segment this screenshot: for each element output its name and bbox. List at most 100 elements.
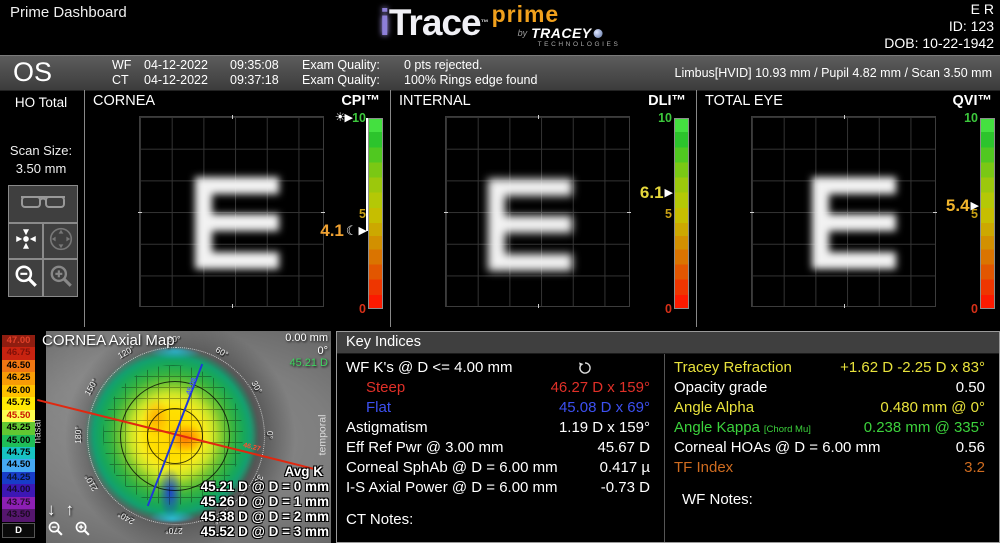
ct-exam-row: CT 04-12-2022 09:37:18 Exam Quality: 100… [112, 73, 538, 87]
diopter-unit-label: D [2, 522, 35, 538]
wf-exam-row: WF 04-12-2022 09:35:08 Exam Quality: 0 p… [112, 58, 483, 72]
tf-index-row: TF Index 3.2 [674, 459, 985, 476]
diopter-scale-step: 45.50 [2, 409, 35, 423]
avg-k-row: 45.52 D @ D = 3 mm [200, 524, 329, 539]
tracey-refraction-row: Tracey Refraction +1.62 D -2.25 D x 83° [674, 359, 985, 376]
diopter-scale-step: 44.25 [2, 471, 35, 485]
blurred-e-optotype [488, 178, 573, 271]
angle-alpha-row: Angle Alpha 0.480 mm @ 0° [674, 399, 985, 416]
prime-dashboard-window: Prime Dashboard iTrace™ prime by TRACEY … [0, 0, 1000, 543]
diopter-scale-step: 46.75 [2, 347, 35, 360]
avg-k-row: 45.38 D @ D = 2 mm [200, 509, 329, 524]
diopter-scale: 47.00 46.75 46.50 46.25 46.00 45.75 45.50 45.25… [2, 335, 35, 522]
scale-shift-up-button[interactable]: ↑ [66, 500, 75, 520]
eye-label: OS [13, 57, 53, 87]
glasses-simulation-button[interactable] [8, 185, 78, 223]
globe-icon [593, 28, 603, 38]
dli-value: 6.1 [639, 182, 664, 202]
is-axial-power-row: I-S Axial Power @ D = 6.00 mm -0.73 D [346, 479, 650, 496]
panel-title: TOTAL EYE [705, 93, 783, 109]
ct-notes-label[interactable]: CT Notes: [346, 511, 664, 528]
avg-k-row: 45.21 D @ D = 0 mm [200, 479, 329, 494]
scan-size-value: 3.50 mm [15, 161, 67, 176]
prime-wordmark: prime [491, 1, 560, 27]
cpi-value-marker: 4.1 ☾ ▶ [320, 221, 367, 241]
diopter-scale-step: 46.25 [2, 372, 35, 385]
color-scale-bar [980, 118, 995, 309]
center-converge-button[interactable] [8, 223, 43, 259]
avg-k-readout: Avg K 45.21 D @ D = 0 mm 45.26 D @ D = 1… [200, 464, 329, 539]
app-title: Prime Dashboard [10, 4, 127, 21]
cursor-readout: 0.00 mm 0° 45.21 D [285, 332, 328, 369]
color-scale-bar [368, 118, 383, 309]
diopter-scale-step: 44.50 [2, 459, 35, 472]
diopter-scale-step: 46.50 [2, 359, 35, 373]
diopter-scale-step: 45.75 [2, 397, 35, 410]
index-name: CPI™ [341, 93, 380, 109]
diopter-scale-step: 46.00 [2, 384, 35, 398]
biometry-summary: Limbus[HVID] 10.93 mm / Pupil 4.82 mm / … [674, 66, 992, 80]
zoom-out-icon [13, 263, 39, 294]
patient-id: ID: 123 [948, 18, 994, 34]
wf-ks-row: WF K's @ D <= 4.00 mm [337, 358, 664, 378]
diopter-scale-step: 45.25 [2, 422, 35, 435]
qvi-value: 5.4 [945, 195, 970, 215]
diopter-scale-step: 45.00 [2, 434, 35, 447]
zoom-in-button[interactable] [43, 259, 78, 297]
itrace-logo: iTrace™ prime by TRACEY TECHNOLOGIES [379, 1, 621, 49]
panel-title: INTERNAL [399, 93, 471, 109]
opacity-grade-row: Opacity grade 0.50 [674, 379, 985, 396]
moon-icon: ☾ [345, 222, 358, 238]
chord-mu-suffix: [Chord Mu] [763, 424, 811, 435]
corneal-sphab-row: Corneal SphAb @ D = 6.00 mm 0.417 µ [346, 459, 650, 476]
zoom-out-button[interactable] [8, 259, 43, 297]
internal-dli-panel: INTERNAL DLI™ 10 5 0 6.1 ▶ [390, 90, 694, 327]
zoom-in-icon [48, 263, 74, 294]
patient-dob: DOB: 10-22-1942 [884, 35, 994, 51]
panel-title: CORNEA [93, 93, 156, 109]
map-zoom-in-button[interactable] [74, 520, 91, 542]
expand-arrows-icon [48, 226, 74, 257]
photopic-line [366, 118, 368, 231]
color-scale-bar [674, 118, 689, 309]
header: Prime Dashboard iTrace™ prime by TRACEY … [0, 0, 1000, 55]
degree-label: 180° [73, 426, 83, 444]
patient-name: E R [970, 1, 994, 17]
map-zoom-out-button[interactable] [47, 520, 64, 542]
scan-size-label: Scan Size: [9, 143, 73, 158]
marker-arrow-icon: ▶ [664, 187, 673, 199]
cornea-axial-map: CORNEA Axial Map 0.00 mm 0° 45.21 D nasa… [32, 331, 331, 543]
diopter-scale-step: 44.75 [2, 446, 35, 460]
index-name: DLI™ [648, 93, 686, 109]
scale-shift-down-button[interactable]: ↓ [47, 500, 56, 520]
avg-k-row: 45.26 D @ D = 1 mm [200, 494, 329, 509]
itrace-wordmark: iTrace™ [379, 2, 489, 43]
corneal-hoas-row: Corneal HOAs @ D = 6.00 mm 0.56 [674, 439, 985, 456]
tracey-wordmark: TRACEY [531, 25, 592, 41]
glasses-icon [18, 192, 68, 217]
eff-ref-pwr-row: Eff Ref Pwr @ 3.00 mm 45.67 D [346, 439, 650, 456]
steep-k-row: Steep 46.27 D x 159° [366, 379, 650, 396]
qvi-value-marker: 5.4 ▶ [946, 196, 979, 216]
nasal-orientation-label: nasal [32, 419, 44, 444]
display-mode-label: HO Total [14, 95, 68, 110]
blurred-e-optotype [194, 176, 279, 269]
map-title: CORNEA Axial Map [42, 332, 175, 349]
diopter-scale-step: 43.75 [2, 496, 35, 510]
expand-button[interactable] [43, 223, 78, 259]
patient-info: E R ID: 123 DOB: 10-22-1942 [884, 1, 994, 52]
converge-arrows-icon [13, 226, 39, 257]
diopter-scale-step: 43.50 [2, 509, 35, 522]
cpi-scale: 10 5 0 ☀▶ 4.1 ☾ ▶ [273, 110, 383, 316]
key-indices-title: Key Indices [337, 332, 999, 354]
astigmatism-row: Astigmatism 1.19 D x 159° [346, 419, 650, 436]
key-indices-panel: Key Indices WF K's @ D <= 4.00 mm Steep … [336, 331, 1000, 543]
sidebar: HO Total Scan Size: 3.50 mm [0, 90, 82, 327]
flat-k-row: Flat 45.08 D x 69° [366, 399, 650, 416]
marker-arrow-icon: ▶ [970, 200, 979, 213]
angle-kappa-row: Angle Kappa [Chord Mu] 0.238 mm @ 335° [674, 419, 985, 436]
cornea-cpi-panel: CORNEA CPI™ 10 5 0 ☀▶ 4.1 ☾ ▶ [84, 90, 388, 327]
blurred-e-optotype [812, 176, 897, 269]
diopter-scale-step: 44.00 [2, 484, 35, 497]
wf-notes-label[interactable]: WF Notes: [682, 491, 999, 508]
